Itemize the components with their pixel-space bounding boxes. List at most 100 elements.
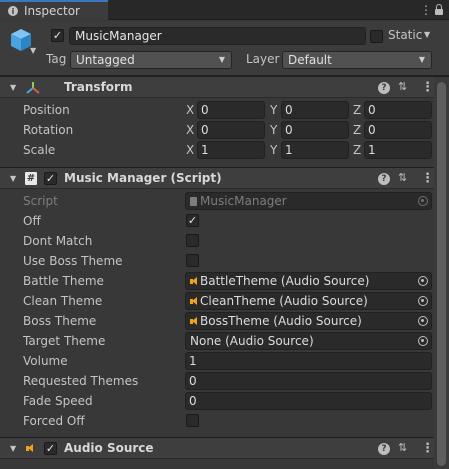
scale-y-field[interactable]: 1 bbox=[281, 141, 349, 159]
axis-y-label[interactable]: Y bbox=[270, 143, 277, 157]
vertical-scrollbar[interactable] bbox=[434, 77, 449, 469]
transform-header[interactable]: ▼ Transform ? ⇅ ⋮ bbox=[0, 76, 449, 98]
foldout-arrow-icon[interactable]: ▼ bbox=[10, 444, 16, 453]
audio-source-header[interactable]: ▼ ✓ Audio Source ? ⇅ ⋮ bbox=[0, 437, 449, 459]
music-manager-title: Music Manager (Script) bbox=[64, 171, 222, 185]
presets-icon[interactable]: ⇅ bbox=[398, 171, 407, 184]
static-dropdown-caret[interactable]: ▼ bbox=[424, 30, 430, 39]
use-boss-theme-checkbox[interactable] bbox=[186, 254, 199, 267]
inspector-tab[interactable]: i Inspector bbox=[0, 0, 108, 20]
object-picker-icon bbox=[418, 196, 428, 206]
more-options-icon[interactable]: ⋮ bbox=[420, 3, 432, 17]
target-theme-field[interactable]: None (Audio Source) bbox=[185, 332, 432, 350]
fade-speed-label: Fade Speed bbox=[23, 394, 93, 408]
more-options-icon[interactable]: ⋮ bbox=[421, 441, 434, 456]
transform-icon bbox=[26, 82, 40, 94]
audio-source-icon bbox=[190, 316, 197, 326]
target-theme-value: None (Audio Source) bbox=[190, 334, 314, 348]
axis-y-label[interactable]: Y bbox=[270, 103, 277, 117]
presets-icon[interactable]: ⇅ bbox=[398, 441, 407, 454]
more-options-icon[interactable]: ⋮ bbox=[421, 80, 434, 95]
dont-match-checkbox[interactable] bbox=[186, 234, 199, 247]
scale-x-field[interactable]: 1 bbox=[197, 141, 265, 159]
script-label: Script bbox=[23, 194, 58, 208]
help-icon[interactable]: ? bbox=[378, 173, 390, 185]
static-checkbox[interactable] bbox=[370, 30, 383, 43]
boss-theme-label: Boss Theme bbox=[23, 314, 97, 328]
boss-theme-field[interactable]: BossTheme (Audio Source) bbox=[185, 312, 432, 330]
use-boss-theme-row: Use Boss Theme bbox=[0, 251, 449, 271]
requested-themes-field[interactable]: 0 bbox=[185, 372, 432, 390]
gameobject-name-field[interactable]: MusicManager bbox=[69, 27, 366, 45]
requested-themes-row: Requested Themes 0 bbox=[0, 371, 449, 391]
axis-y-label[interactable]: Y bbox=[270, 123, 277, 137]
rotation-x-field[interactable]: 0 bbox=[197, 121, 265, 139]
scale-z-field[interactable]: 1 bbox=[364, 141, 432, 159]
volume-field[interactable]: 1 bbox=[185, 352, 432, 370]
tag-dropdown[interactable]: Untagged ▼ bbox=[70, 51, 232, 69]
object-picker-icon[interactable] bbox=[418, 296, 428, 306]
axis-z-label[interactable]: Z bbox=[353, 123, 361, 137]
position-x-field[interactable]: 0 bbox=[197, 101, 265, 119]
icon-dropdown-caret[interactable]: ▼ bbox=[30, 46, 36, 55]
forced-off-checkbox[interactable] bbox=[186, 414, 199, 427]
boss-theme-row: Boss Theme BossTheme (Audio Source) bbox=[0, 311, 449, 331]
audio-source-icon bbox=[190, 276, 197, 286]
boss-theme-value: BossTheme (Audio Source) bbox=[200, 314, 362, 328]
clean-theme-label: Clean Theme bbox=[23, 294, 103, 308]
volume-row: Volume 1 bbox=[0, 351, 449, 371]
object-picker-icon[interactable] bbox=[418, 336, 428, 346]
axis-x-label[interactable]: X bbox=[186, 143, 194, 157]
help-icon[interactable]: ? bbox=[378, 443, 390, 455]
help-icon[interactable]: ? bbox=[378, 82, 390, 94]
layer-label: Layer bbox=[246, 52, 280, 66]
script-file-icon: # bbox=[25, 172, 37, 185]
chevron-down-icon: ▼ bbox=[418, 55, 425, 64]
target-theme-row: Target Theme None (Audio Source) bbox=[0, 331, 449, 351]
lock-icon[interactable] bbox=[435, 4, 443, 15]
off-checkbox[interactable]: ✓ bbox=[186, 214, 199, 227]
axis-x-label[interactable]: X bbox=[186, 123, 194, 137]
axis-x-label[interactable]: X bbox=[186, 103, 194, 117]
layer-dropdown[interactable]: Default ▼ bbox=[282, 51, 432, 69]
info-icon: i bbox=[8, 6, 18, 16]
position-y-field[interactable]: 0 bbox=[281, 101, 349, 119]
clean-theme-value: CleanTheme (Audio Source) bbox=[200, 294, 368, 308]
forced-off-row: Forced Off bbox=[0, 411, 449, 431]
component-enabled-checkbox[interactable]: ✓ bbox=[44, 172, 57, 185]
axis-z-label[interactable]: Z bbox=[353, 103, 361, 117]
object-picker-icon[interactable] bbox=[418, 276, 428, 286]
inspector-tab-bar: i Inspector ⋮ bbox=[0, 0, 449, 20]
clean-theme-field[interactable]: CleanTheme (Audio Source) bbox=[185, 292, 432, 310]
foldout-arrow-icon[interactable]: ▼ bbox=[10, 83, 16, 92]
position-label: Position bbox=[23, 103, 70, 117]
script-object-field: MusicManager bbox=[185, 192, 432, 210]
script-doc-icon bbox=[190, 196, 197, 206]
gameobject-active-checkbox[interactable]: ✓ bbox=[51, 29, 64, 42]
rotation-z-field[interactable]: 0 bbox=[364, 121, 432, 139]
presets-icon[interactable]: ⇅ bbox=[398, 80, 407, 93]
target-theme-label: Target Theme bbox=[23, 334, 106, 348]
battle-theme-field[interactable]: BattleTheme (Audio Source) bbox=[185, 272, 432, 290]
static-label[interactable]: Static bbox=[388, 28, 422, 42]
dont-match-label: Dont Match bbox=[23, 234, 93, 248]
object-picker-icon[interactable] bbox=[418, 316, 428, 326]
script-row: Script MusicManager bbox=[0, 191, 449, 211]
script-value: MusicManager bbox=[200, 194, 287, 208]
foldout-arrow-icon[interactable]: ▼ bbox=[10, 174, 16, 183]
tab-label: Inspector bbox=[24, 4, 80, 18]
rotation-row: Rotation X 0 Y 0 Z 0 bbox=[0, 120, 449, 140]
transform-title: Transform bbox=[64, 80, 133, 94]
axis-z-label[interactable]: Z bbox=[353, 143, 361, 157]
rotation-y-field[interactable]: 0 bbox=[281, 121, 349, 139]
requested-themes-label: Requested Themes bbox=[23, 374, 139, 388]
scale-row: Scale X 1 Y 1 Z 1 bbox=[0, 140, 449, 160]
layer-value: Default bbox=[288, 53, 332, 67]
rotation-label: Rotation bbox=[23, 123, 74, 137]
position-z-field[interactable]: 0 bbox=[364, 101, 432, 119]
more-options-icon[interactable]: ⋮ bbox=[421, 171, 434, 186]
fade-speed-field[interactable]: 0 bbox=[185, 392, 432, 410]
component-enabled-checkbox[interactable]: ✓ bbox=[44, 442, 57, 455]
music-manager-header[interactable]: ▼ # ✓ Music Manager (Script) ? ⇅ ⋮ bbox=[0, 167, 449, 189]
scrollbar-thumb[interactable] bbox=[437, 82, 446, 466]
